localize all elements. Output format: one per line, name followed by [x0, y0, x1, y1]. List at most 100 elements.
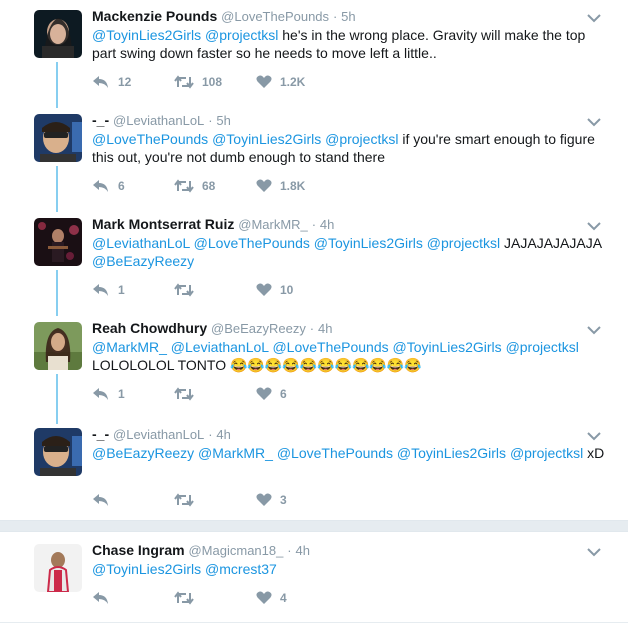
- display-name[interactable]: -_-: [92, 112, 109, 128]
- display-name[interactable]: -_-: [92, 426, 109, 442]
- mention-link[interactable]: @projectksl: [506, 339, 579, 355]
- separator-dot: ·: [287, 543, 292, 558]
- timestamp[interactable]: 4h: [320, 217, 334, 232]
- tweet-header: Mackenzie Pounds @LoveThePounds · 5h: [92, 8, 356, 24]
- timestamp[interactable]: 4h: [295, 543, 309, 558]
- mention-link[interactable]: @LoveThePounds: [92, 131, 208, 147]
- avatar[interactable]: [34, 218, 82, 266]
- reply-button[interactable]: 12: [92, 74, 131, 89]
- like-button[interactable]: 1.2K: [256, 74, 305, 89]
- avatar[interactable]: [34, 428, 82, 476]
- mention-link[interactable]: @ToyinLies2Girls: [92, 27, 201, 43]
- retweet-icon: [174, 387, 194, 401]
- display-name[interactable]: Mark Montserrat Ruiz: [92, 216, 234, 232]
- reply-icon: [93, 493, 108, 506]
- mention-link[interactable]: @mcrest37: [205, 561, 277, 577]
- reply-button[interactable]: [92, 590, 118, 605]
- chevron-down-icon[interactable]: [587, 114, 601, 127]
- tweet-header: Reah Chowdhury @BeEazyReezy · 4h: [92, 320, 332, 336]
- timestamp[interactable]: 4h: [216, 427, 230, 442]
- mention-link[interactable]: @LoveThePounds: [194, 235, 310, 251]
- tweet[interactable]: Mackenzie Pounds @LoveThePounds · 5h @To…: [0, 0, 628, 104]
- mention-link[interactable]: @BeEazyReezy: [92, 253, 194, 269]
- tweet[interactable]: Chase Ingram @Magicman18_ · 4h @ToyinLie…: [0, 534, 628, 620]
- display-name[interactable]: Reah Chowdhury: [92, 320, 207, 336]
- retweet-button[interactable]: 68: [174, 178, 215, 193]
- reply-icon: [93, 179, 108, 192]
- tweet[interactable]: -_- @LeviathanLoL · 5h @LoveThePounds @T…: [0, 104, 628, 208]
- like-button[interactable]: 3: [256, 492, 287, 507]
- heart-icon: [256, 591, 272, 604]
- like-count: 4: [280, 590, 287, 605]
- heart-icon: [256, 179, 272, 192]
- like-button[interactable]: 1.8K: [256, 178, 305, 193]
- reply-button[interactable]: [92, 492, 118, 507]
- reply-count: 1: [118, 282, 125, 297]
- chevron-down-icon[interactable]: [587, 428, 601, 441]
- display-name[interactable]: Chase Ingram: [92, 542, 185, 558]
- mention-link[interactable]: @ToyinLies2Girls: [92, 561, 201, 577]
- retweet-count: 108: [202, 74, 223, 89]
- reply-button[interactable]: 6: [92, 178, 125, 193]
- heart-icon: [256, 493, 272, 506]
- mention-link[interactable]: @ToyinLies2Girls: [212, 131, 321, 147]
- user-handle[interactable]: @MarkMR_: [238, 217, 308, 232]
- like-button[interactable]: 4: [256, 590, 287, 605]
- retweet-button[interactable]: [174, 386, 202, 401]
- tweet-text: @ToyinLies2Girls @mcrest37: [92, 560, 607, 578]
- mention-link[interactable]: @BeEazyReezy: [92, 445, 194, 461]
- separator-dot: ·: [208, 113, 213, 128]
- avatar[interactable]: [34, 544, 82, 592]
- user-handle[interactable]: @LeviathanLoL: [113, 427, 204, 442]
- tweet-text: @LeviathanLoL @LoveThePounds @ToyinLies2…: [92, 234, 607, 270]
- user-handle[interactable]: @Magicman18_: [188, 543, 283, 558]
- display-name[interactable]: Mackenzie Pounds: [92, 8, 217, 24]
- mention-link[interactable]: @LeviathanLoL: [171, 339, 269, 355]
- mention-link[interactable]: @MarkMR_: [198, 445, 273, 461]
- chevron-down-icon[interactable]: [587, 218, 601, 231]
- separator-dot: ·: [311, 217, 317, 232]
- chevron-down-icon[interactable]: [587, 322, 601, 335]
- user-handle[interactable]: @BeEazyReezy: [211, 321, 306, 336]
- reply-button[interactable]: 1: [92, 386, 125, 401]
- like-button[interactable]: 6: [256, 386, 287, 401]
- user-handle[interactable]: @LeviathanLoL: [113, 113, 204, 128]
- mention-link[interactable]: @MarkMR_: [92, 339, 167, 355]
- tweet[interactable]: -_- @LeviathanLoL · 4h @BeEazyReezy @Mar…: [0, 418, 628, 520]
- retweet-icon: [174, 75, 194, 89]
- like-button[interactable]: 10: [256, 282, 293, 297]
- retweet-icon: [174, 179, 194, 193]
- avatar[interactable]: [34, 10, 82, 58]
- retweet-button[interactable]: [174, 590, 202, 605]
- chevron-down-icon[interactable]: [587, 10, 601, 23]
- user-handle[interactable]: @LoveThePounds: [221, 9, 329, 24]
- mention-link[interactable]: @ToyinLies2Girls: [314, 235, 423, 251]
- mention-link[interactable]: @ToyinLies2Girls: [397, 445, 506, 461]
- retweet-button[interactable]: 108: [174, 74, 222, 89]
- timestamp[interactable]: 5h: [216, 113, 230, 128]
- mention-link[interactable]: @projectksl: [325, 131, 398, 147]
- reply-button[interactable]: 1: [92, 282, 125, 297]
- chevron-down-icon[interactable]: [587, 544, 601, 557]
- bottom-divider: [0, 622, 628, 623]
- timestamp[interactable]: 5h: [341, 9, 355, 24]
- mention-link[interactable]: @ToyinLies2Girls: [393, 339, 502, 355]
- like-count: 1.8K: [280, 178, 306, 193]
- tweet-text-fragment: xD: [583, 445, 605, 461]
- avatar[interactable]: [34, 114, 82, 162]
- mention-link[interactable]: @projectksl: [205, 27, 278, 43]
- mention-link[interactable]: @projectksl: [510, 445, 583, 461]
- retweet-button[interactable]: [174, 492, 202, 507]
- tweet[interactable]: Reah Chowdhury @BeEazyReezy · 4h @MarkMR…: [0, 312, 628, 416]
- mention-link[interactable]: @projectksl: [427, 235, 500, 251]
- avatar[interactable]: [34, 322, 82, 370]
- heart-icon: [256, 387, 272, 400]
- timestamp[interactable]: 4h: [318, 321, 332, 336]
- mention-link[interactable]: @LoveThePounds: [277, 445, 393, 461]
- mention-link[interactable]: @LeviathanLoL: [92, 235, 190, 251]
- retweet-button[interactable]: [174, 282, 202, 297]
- mention-link[interactable]: @LoveThePounds: [272, 339, 388, 355]
- reply-icon: [93, 283, 108, 296]
- retweet-count: 68: [202, 178, 216, 193]
- tweet[interactable]: Mark Montserrat Ruiz @MarkMR_ · 4h @Levi…: [0, 208, 628, 312]
